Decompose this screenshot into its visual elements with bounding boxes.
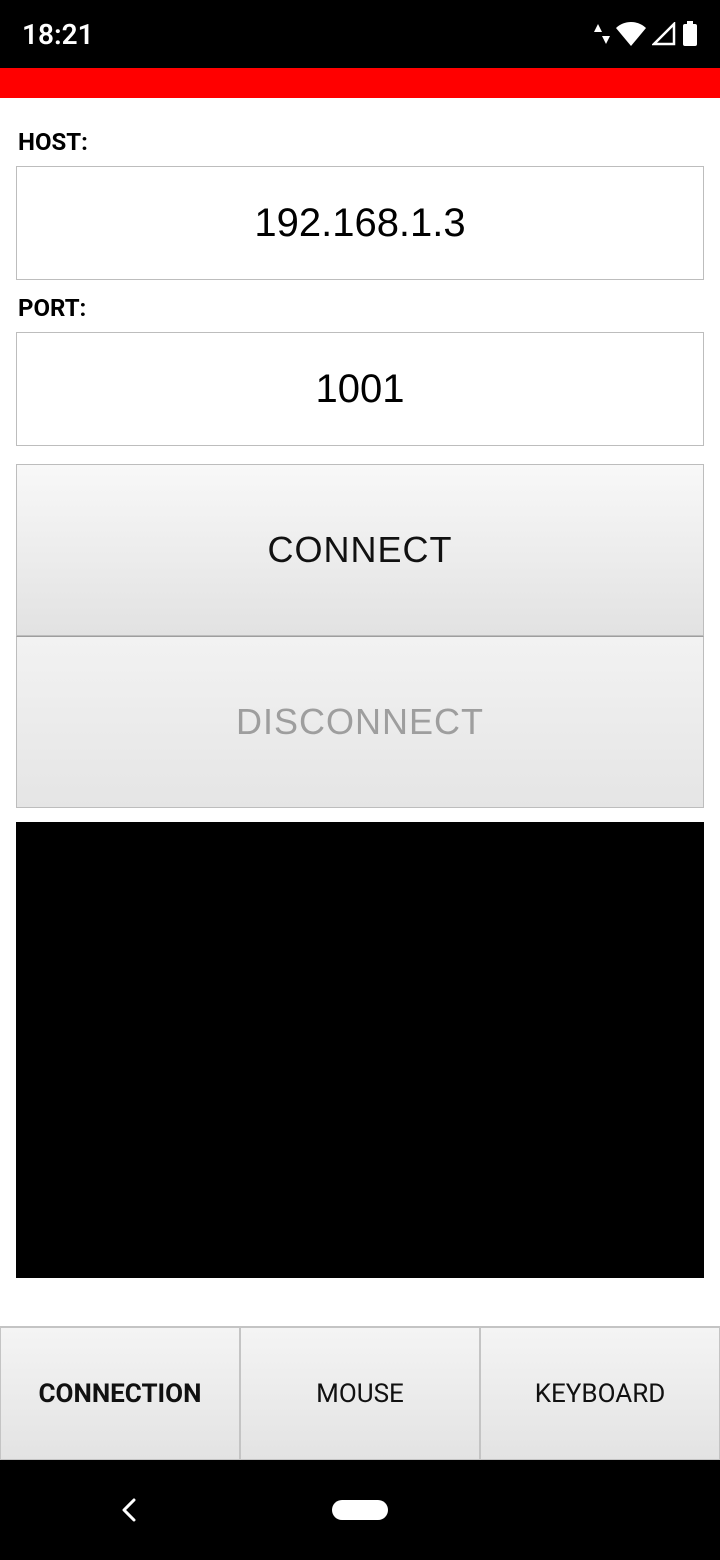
connection-buttons: CONNECT DISCONNECT [16, 464, 704, 808]
battery-icon [682, 21, 698, 47]
port-label: PORT: [18, 294, 704, 322]
host-input[interactable] [16, 166, 704, 280]
system-nav-bar [0, 1460, 720, 1560]
data-sync-icon [594, 22, 610, 46]
home-indicator[interactable] [332, 1500, 388, 1520]
signal-icon [652, 22, 676, 46]
status-time: 18:21 [22, 18, 94, 51]
tab-mouse[interactable]: MOUSE [240, 1327, 480, 1460]
port-input[interactable] [16, 332, 704, 446]
wifi-icon: 4 [616, 22, 646, 46]
status-bar: 18:21 4 [0, 0, 720, 68]
console-output [16, 822, 704, 1278]
host-label: HOST: [18, 128, 704, 156]
app-accent-bar [0, 68, 720, 98]
connect-button[interactable]: CONNECT [16, 464, 704, 636]
bottom-tab-bar: CONNECTION MOUSE KEYBOARD [0, 1326, 720, 1460]
tab-connection[interactable]: CONNECTION [0, 1327, 240, 1460]
tab-keyboard[interactable]: KEYBOARD [480, 1327, 720, 1460]
back-icon[interactable] [120, 1496, 140, 1524]
wifi-badge: 4 [638, 34, 644, 45]
disconnect-button[interactable]: DISCONNECT [16, 636, 704, 808]
main-content: HOST: PORT: CONNECT DISCONNECT [0, 98, 720, 1294]
status-icons: 4 [594, 21, 698, 47]
